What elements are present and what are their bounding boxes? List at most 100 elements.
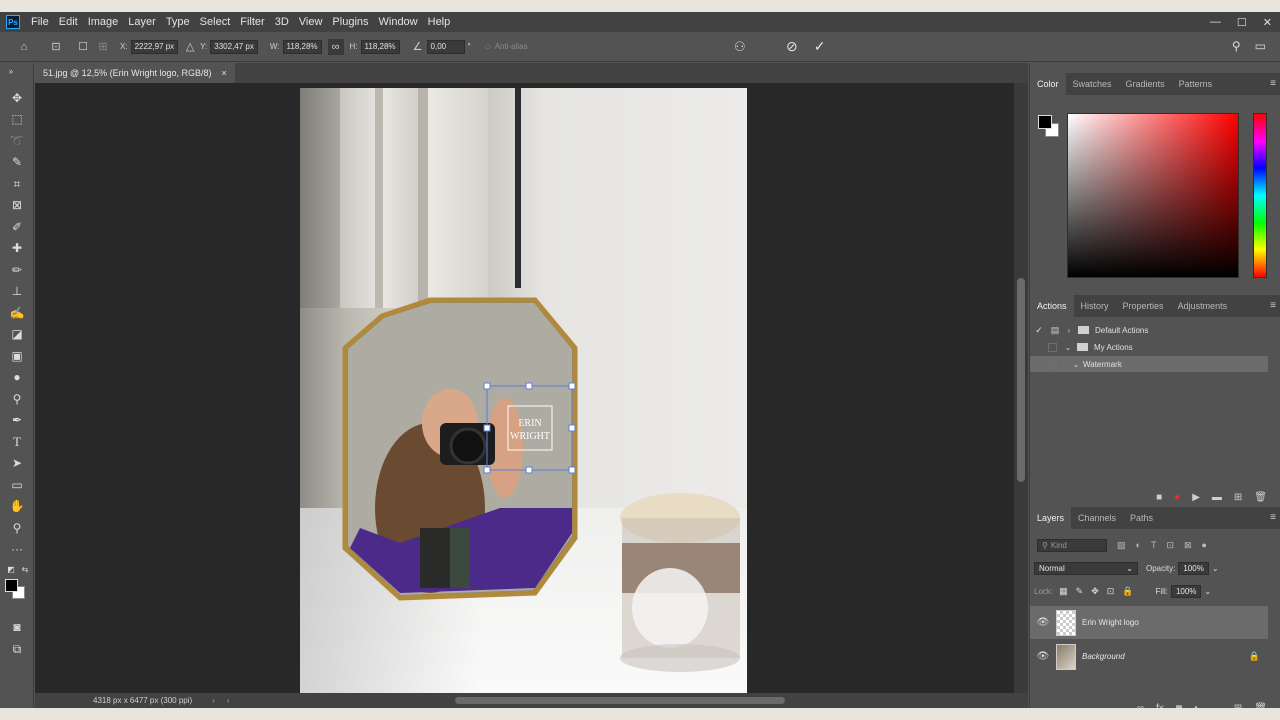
status-arrow-icon[interactable]: › xyxy=(212,696,215,705)
eraser-tool-icon[interactable]: ◪ xyxy=(8,325,26,343)
tab-gradients[interactable]: Gradients xyxy=(1119,73,1172,95)
vertical-scrollbar[interactable] xyxy=(1014,83,1028,693)
eye-icon[interactable]: 👁 xyxy=(1034,617,1052,628)
horizontal-scroll-thumb[interactable] xyxy=(455,697,785,704)
menu-window[interactable]: Window xyxy=(374,16,423,28)
lock-position-icon[interactable]: ✥ xyxy=(1091,586,1099,597)
menu-3d[interactable]: 3D xyxy=(270,16,294,28)
maximize-button[interactable]: ☐ xyxy=(1237,16,1247,29)
clone-stamp-tool-icon[interactable]: ⊥ xyxy=(8,282,26,300)
x-position-field[interactable]: 2222,97 px xyxy=(130,39,179,54)
menu-help[interactable]: Help xyxy=(423,16,456,28)
tab-paths[interactable]: Paths xyxy=(1123,507,1160,529)
menu-view[interactable]: View xyxy=(294,16,328,28)
quick-select-tool-icon[interactable]: ✎ xyxy=(8,153,26,171)
layer-name[interactable]: Background xyxy=(1082,652,1125,661)
new-group-icon[interactable]: ▬ xyxy=(1212,703,1222,709)
close-window-button[interactable]: ✕ xyxy=(1263,16,1272,29)
menu-edit[interactable]: Edit xyxy=(54,16,83,28)
tab-layers[interactable]: Layers xyxy=(1030,507,1072,529)
layer-row[interactable]: 👁 Background 🔒 xyxy=(1030,640,1268,673)
hue-slider[interactable] xyxy=(1253,113,1267,278)
rotation-field[interactable]: 0,00 xyxy=(426,39,465,54)
actions-panel-menu-icon[interactable]: ≡ xyxy=(1270,300,1276,311)
chevron-right-icon[interactable]: › xyxy=(1064,326,1074,335)
menu-image[interactable]: Image xyxy=(83,16,124,28)
chevron-down-icon[interactable]: ⌄ xyxy=(1063,343,1073,352)
menu-type[interactable]: Type xyxy=(161,16,195,28)
quick-mask-icon[interactable]: ◙ xyxy=(8,618,26,636)
dodge-tool-icon[interactable]: ⚲ xyxy=(8,390,26,408)
dialog-toggle-icon[interactable]: ▤ xyxy=(1050,325,1060,336)
chevron-down-icon[interactable]: ⌄ xyxy=(1071,360,1081,369)
scroll-left-icon[interactable]: ‹ xyxy=(227,696,230,705)
blur-tool-icon[interactable]: ● xyxy=(8,368,26,386)
record-icon[interactable]: ● xyxy=(1174,492,1180,503)
layer-name[interactable]: Erin Wright logo xyxy=(1082,618,1139,627)
toggle-checkbox[interactable] xyxy=(1048,359,1057,369)
delete-icon[interactable]: 🗑 xyxy=(1254,492,1267,503)
tab-color[interactable]: Color xyxy=(1030,73,1066,95)
color-picker-field[interactable] xyxy=(1067,113,1239,278)
pen-tool-icon[interactable]: ✒ xyxy=(8,411,26,429)
eyedropper-tool-icon[interactable]: ✐ xyxy=(8,218,26,236)
anti-alias-checkbox[interactable]: ○ xyxy=(483,41,493,53)
y-position-field[interactable]: 3302,47 px xyxy=(210,39,258,54)
tab-actions[interactable]: Actions xyxy=(1030,295,1074,317)
color-panel-menu-icon[interactable]: ≡ xyxy=(1270,78,1276,89)
warp-icon[interactable]: ⚇ xyxy=(734,39,746,55)
pixel-filter-icon[interactable]: ▨ xyxy=(1117,540,1126,551)
path-selection-tool-icon[interactable]: ➤ xyxy=(8,454,26,472)
move-tool-icon[interactable]: ✥ xyxy=(8,89,26,107)
menu-file[interactable]: File xyxy=(26,16,54,28)
close-document-icon[interactable]: × xyxy=(222,68,227,78)
screen-mode-icon[interactable]: ⧉ xyxy=(8,640,26,658)
tab-swatches[interactable]: Swatches xyxy=(1066,73,1119,95)
layers-panel-menu-icon[interactable]: ≡ xyxy=(1270,512,1276,523)
brush-tool-icon[interactable]: ✏ xyxy=(8,261,26,279)
lock-transparent-icon[interactable]: ▦ xyxy=(1059,586,1068,597)
swap-colors-icon[interactable]: ⇆ xyxy=(16,560,34,578)
new-action-icon[interactable]: ⊞ xyxy=(1234,492,1242,503)
layer-row[interactable]: 👁 Erin Wright logo xyxy=(1030,606,1268,639)
opacity-field[interactable]: 100% xyxy=(1178,562,1209,575)
toggle-checkbox[interactable] xyxy=(1048,342,1057,352)
workspace-icon[interactable]: ▭ xyxy=(1255,39,1266,53)
type-tool-icon[interactable]: T xyxy=(8,433,26,451)
eye-icon[interactable]: 👁 xyxy=(1034,651,1052,662)
commit-transform-icon[interactable]: ✓ xyxy=(814,38,826,55)
new-set-icon[interactable]: ▬ xyxy=(1212,492,1222,503)
menu-layer[interactable]: Layer xyxy=(123,16,161,28)
new-layer-icon[interactable]: ⊞ xyxy=(1234,703,1242,709)
hand-tool-icon[interactable]: ✋ xyxy=(8,497,26,515)
lock-artboard-icon[interactable]: ⊡ xyxy=(1107,586,1115,597)
lock-all-icon[interactable]: 🔒 xyxy=(1122,586,1133,597)
width-field[interactable]: 118,28% xyxy=(282,39,322,54)
tab-adjustments[interactable]: Adjustments xyxy=(1171,295,1235,317)
checkmark-icon[interactable]: ✓ xyxy=(1034,325,1044,336)
tab-channels[interactable]: Channels xyxy=(1071,507,1123,529)
history-brush-tool-icon[interactable]: ✍ xyxy=(8,304,26,322)
stop-icon[interactable]: ■ xyxy=(1156,492,1162,503)
expand-toolbar-icon[interactable]: » xyxy=(2,62,20,80)
reference-point-icon[interactable]: ⊡ xyxy=(48,40,64,53)
fx-icon[interactable]: fx xyxy=(1156,703,1164,709)
blend-mode-select[interactable]: Normal ⌄ xyxy=(1034,562,1138,575)
lasso-tool-icon[interactable]: ➰ xyxy=(8,132,26,150)
menu-select[interactable]: Select xyxy=(195,16,236,28)
fill-field[interactable]: 100% xyxy=(1170,585,1202,598)
frame-tool-icon[interactable]: ⊠ xyxy=(8,196,26,214)
tab-patterns[interactable]: Patterns xyxy=(1172,73,1220,95)
home-icon[interactable]: ⌂ xyxy=(16,41,32,53)
smart-object-filter-icon[interactable]: ⊠ xyxy=(1184,540,1192,551)
action-item-row[interactable]: ⌄ Watermark xyxy=(1030,356,1268,372)
play-icon[interactable]: ▶ xyxy=(1192,492,1200,503)
height-field[interactable]: 118,28% xyxy=(360,39,400,54)
kind-filter-select[interactable]: ⚲ Kind xyxy=(1037,539,1107,552)
lock-pixels-icon[interactable]: ✎ xyxy=(1076,586,1084,597)
cancel-transform-icon[interactable]: ⊘ xyxy=(786,38,798,55)
rectangle-tool-icon[interactable]: ▭ xyxy=(8,476,26,494)
delta-icon[interactable]: △ xyxy=(184,40,196,53)
reference-checkbox[interactable]: ☐ xyxy=(76,40,90,53)
foreground-color-swatch[interactable] xyxy=(5,579,18,592)
